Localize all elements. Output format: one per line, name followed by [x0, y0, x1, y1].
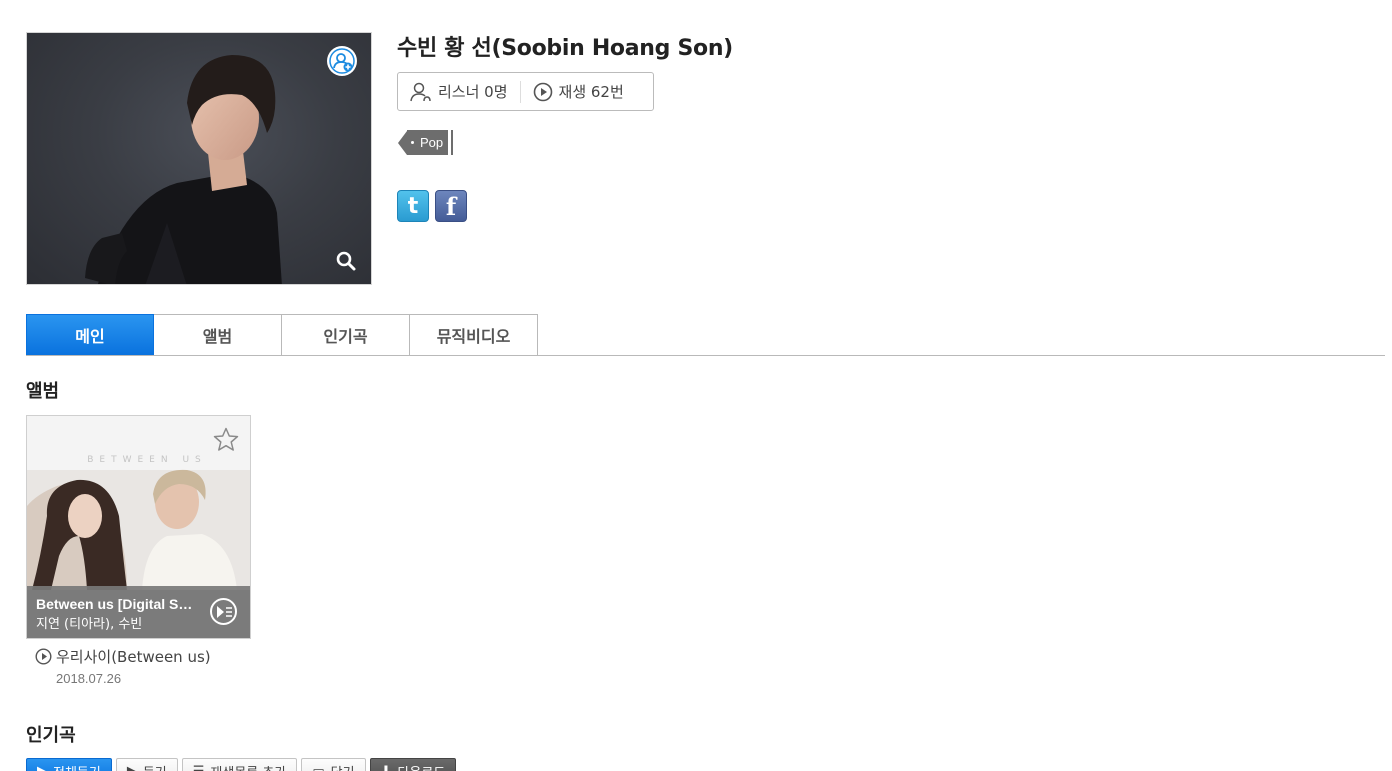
- add-to-playlist-button[interactable]: ☰ 재생목록 추가: [181, 758, 298, 771]
- download-button[interactable]: ⬇ 다운로드: [369, 758, 457, 771]
- track-toolbar: ▶ 전체듣기 ▶ 듣기 ☰ 재생목록 추가 ▭ 담기 ⬇ 다운로드: [26, 758, 457, 771]
- twitter-icon: t: [407, 193, 419, 219]
- album-name-link[interactable]: 우리사이(Between us): [56, 646, 211, 667]
- play-all-icon: ▶: [37, 763, 47, 771]
- play-button[interactable]: ▶ 듣기: [115, 758, 178, 771]
- genre-tag-body: Pop: [407, 130, 452, 155]
- album-artists[interactable]: 지연 (티아라), 수빈: [36, 613, 240, 632]
- tab-albums[interactable]: 앨범: [154, 314, 282, 356]
- cover-text: BETWEEN US: [87, 455, 207, 465]
- artist-stats: 리스너 0명 재생 62번: [397, 72, 654, 111]
- add-user-icon: [329, 48, 355, 74]
- download-label: 다운로드: [397, 762, 445, 771]
- play-icon: ▶: [126, 763, 137, 771]
- play-circle-icon: [533, 82, 552, 101]
- play-circle-icon[interactable]: [35, 648, 52, 665]
- album-title[interactable]: Between us [Digital Single]: [36, 596, 196, 612]
- save-button[interactable]: ▭ 담기: [301, 758, 366, 771]
- album-card[interactable]: BETWEEN US Between us [Digital Single] 지…: [26, 415, 251, 639]
- follow-artist-button[interactable]: [327, 46, 357, 76]
- folder-icon: ▭: [312, 763, 325, 771]
- album-name-row: 우리사이(Between us): [35, 646, 211, 667]
- favorite-star-icon[interactable]: [212, 426, 240, 454]
- play-all-button[interactable]: ▶ 전체듣기: [26, 758, 112, 771]
- album-release-date: 2018.07.26: [56, 671, 122, 686]
- genre-tag[interactable]: Pop: [398, 130, 452, 155]
- artist-figure: [85, 55, 282, 284]
- search-icon: [336, 251, 356, 271]
- artist-photo[interactable]: [26, 32, 372, 285]
- play-count-label: 재생 62번: [558, 83, 624, 101]
- play-label: 듣기: [143, 762, 167, 771]
- albums-section-title: 앨범: [26, 381, 60, 402]
- artist-name: 수빈 황 선(Soobin Hoang Son): [397, 36, 733, 61]
- play-list-icon: [216, 605, 232, 618]
- album-info-overlay: Between us [Digital Single] 지연 (티아라), 수빈: [27, 586, 250, 638]
- twitter-share-button[interactable]: t: [397, 190, 429, 222]
- play-count: 재생 62번: [519, 80, 636, 103]
- add-to-playlist-label: 재생목록 추가: [210, 762, 286, 771]
- artist-tabs: 메인 앨범 인기곡 뮤직비디오: [26, 314, 538, 356]
- tab-music-videos[interactable]: 뮤직비디오: [410, 314, 538, 356]
- download-icon: ⬇: [380, 763, 392, 771]
- listener-count-label: 리스너 0명: [438, 83, 508, 101]
- genre-label: Pop: [420, 135, 444, 150]
- tab-popular[interactable]: 인기곡: [282, 314, 410, 356]
- play-all-label: 전체듣기: [53, 762, 101, 771]
- tag-arrow: [398, 130, 407, 155]
- share-buttons: t f: [397, 190, 467, 222]
- playlist-icon: ☰: [192, 763, 205, 771]
- facebook-share-button[interactable]: f: [435, 190, 467, 222]
- facebook-icon: f: [445, 191, 457, 221]
- popular-section-title: 인기곡: [26, 725, 76, 746]
- tag-dot: [411, 141, 414, 144]
- tab-divider: [26, 355, 1385, 356]
- tab-main[interactable]: 메인: [26, 314, 154, 356]
- album-play-button[interactable]: [210, 598, 237, 625]
- zoom-photo-button[interactable]: [335, 250, 357, 272]
- listener-count: 리스너 0명: [398, 81, 520, 103]
- save-label: 담기: [331, 762, 355, 771]
- listener-icon: [410, 82, 431, 101]
